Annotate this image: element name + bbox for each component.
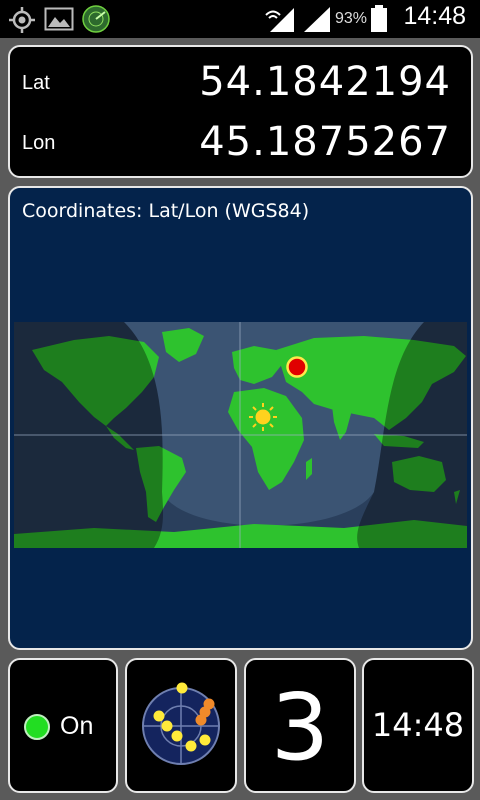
lon-value: 45.1875267 (199, 119, 451, 165)
battery-percent: 93% (335, 10, 368, 27)
clock-value: 14:48 (371, 706, 465, 744)
status-bar: 93% 14:48 (0, 0, 480, 38)
satellite-dot (185, 740, 197, 752)
current-position-marker[interactable] (286, 356, 308, 378)
radar-app-icon (82, 5, 110, 33)
satellite-count-tile[interactable]: 3 (244, 658, 356, 793)
gps-status-tile[interactable]: On (8, 658, 118, 793)
world-map[interactable] (14, 322, 467, 548)
battery-icon (371, 5, 387, 32)
map-title: Coordinates: Lat/Lon (WGS84) (22, 200, 310, 222)
skyplot (142, 682, 220, 765)
satellite-dot (176, 682, 188, 694)
gallery-icon (44, 7, 74, 31)
gps-status-indicator (24, 714, 50, 740)
satellite-dot (171, 730, 183, 742)
coordinates-panel[interactable]: Lat 54.1842194 Lon 45.1875267 (8, 45, 473, 178)
satellite-dot (153, 710, 165, 722)
lat-value: 54.1842194 (199, 59, 451, 105)
satellite-dot (161, 720, 173, 732)
satellite-count: 3 (270, 674, 330, 781)
lat-label: Lat (22, 72, 50, 94)
gps-crosshair-icon (9, 7, 35, 33)
satellite-dot (199, 734, 211, 746)
gps-status-label: On (60, 712, 94, 740)
wifi-icon (265, 8, 294, 32)
status-clock: 14:48 (403, 2, 466, 30)
signal-icon (304, 7, 330, 32)
map-panel[interactable]: Coordinates: Lat/Lon (WGS84) (8, 186, 473, 650)
satellite-dot-active (195, 714, 207, 726)
satellite-skyplot-tile[interactable] (125, 658, 237, 793)
clock-tile[interactable]: 14:48 (362, 658, 474, 793)
lon-label: Lon (22, 132, 56, 154)
